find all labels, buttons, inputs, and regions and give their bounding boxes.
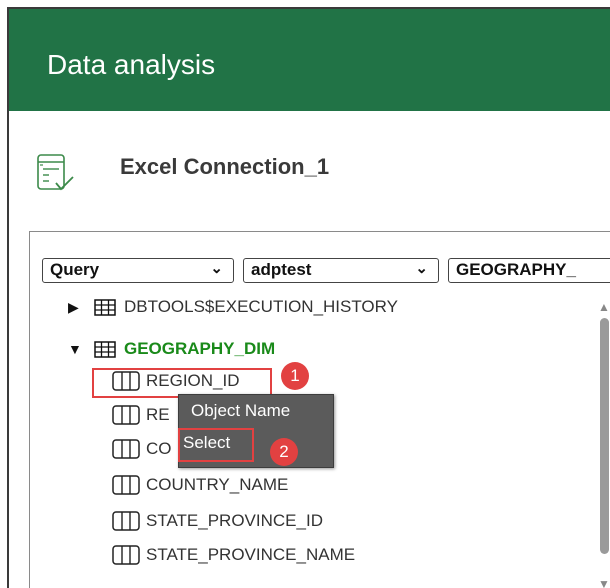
scrollbar-thumb[interactable] bbox=[600, 318, 609, 554]
app-window: Data analysis Excel Connection_1 Query ⌄… bbox=[7, 7, 610, 588]
table-value: GEOGRAPHY_ bbox=[456, 260, 576, 279]
callout-badge-1: 1 bbox=[281, 362, 309, 390]
tree-node-label: STATE_PROVINCE_NAME bbox=[146, 545, 356, 564]
tree-node-geography-dim[interactable]: ▼ GEOGRAPHY_DIM bbox=[68, 336, 275, 362]
connection-list-icon bbox=[37, 154, 74, 191]
tree-node-label: CO bbox=[146, 439, 172, 458]
chevron-down-icon: ⌄ bbox=[415, 260, 428, 277]
tree-node-label: COUNTRY_NAME bbox=[146, 475, 289, 494]
table-select[interactable]: GEOGRAPHY_ bbox=[448, 258, 610, 283]
scroll-down-icon[interactable]: ▼ bbox=[598, 577, 610, 588]
app-title: Data analysis bbox=[47, 49, 216, 80]
tree-scrollbar[interactable]: ▲ ▼ bbox=[598, 298, 610, 588]
column-icon bbox=[112, 511, 140, 531]
column-region-name[interactable]: RE bbox=[112, 402, 170, 428]
tree-node-dbtools[interactable]: ▶ DBTOOLS$EXECUTION_HISTORY bbox=[68, 294, 398, 320]
tree-node-label: GEOGRAPHY_DIM bbox=[124, 339, 276, 358]
query-type-value: Query bbox=[50, 260, 100, 279]
connection-name: Excel Connection_1 bbox=[120, 154, 330, 179]
table-icon bbox=[94, 340, 116, 358]
schema-value: adptest bbox=[251, 260, 312, 279]
collapse-arrow-icon[interactable]: ▼ bbox=[68, 341, 84, 357]
column-icon bbox=[112, 545, 140, 565]
column-country-name[interactable]: COUNTRY_NAME bbox=[112, 472, 288, 498]
table-icon bbox=[94, 298, 116, 316]
column-icon bbox=[112, 439, 140, 459]
query-type-select[interactable]: Query ⌄ bbox=[42, 258, 234, 283]
highlight-box-select bbox=[178, 428, 254, 462]
menu-item-object-name[interactable]: Object Name bbox=[179, 401, 335, 421]
column-state-province-id[interactable]: STATE_PROVINCE_ID bbox=[112, 508, 323, 534]
connection-section: Excel Connection_1 bbox=[9, 111, 610, 231]
tree-node-label: RE bbox=[146, 405, 170, 424]
header-bar: Data analysis bbox=[9, 9, 610, 111]
column-icon bbox=[112, 405, 140, 425]
schema-select[interactable]: adptest ⌄ bbox=[243, 258, 439, 283]
callout-badge-2: 2 bbox=[270, 438, 298, 466]
column-state-province-name[interactable]: STATE_PROVINCE_NAME bbox=[112, 542, 355, 568]
column-country-id[interactable]: CO bbox=[112, 436, 172, 462]
tree-node-label: DBTOOLS$EXECUTION_HISTORY bbox=[124, 297, 398, 316]
column-icon bbox=[112, 475, 140, 495]
expand-arrow-icon[interactable]: ▶ bbox=[68, 299, 84, 316]
chevron-down-icon: ⌄ bbox=[210, 260, 223, 277]
scroll-up-icon[interactable]: ▲ bbox=[598, 300, 610, 314]
tree-node-label: STATE_PROVINCE_ID bbox=[146, 511, 323, 530]
